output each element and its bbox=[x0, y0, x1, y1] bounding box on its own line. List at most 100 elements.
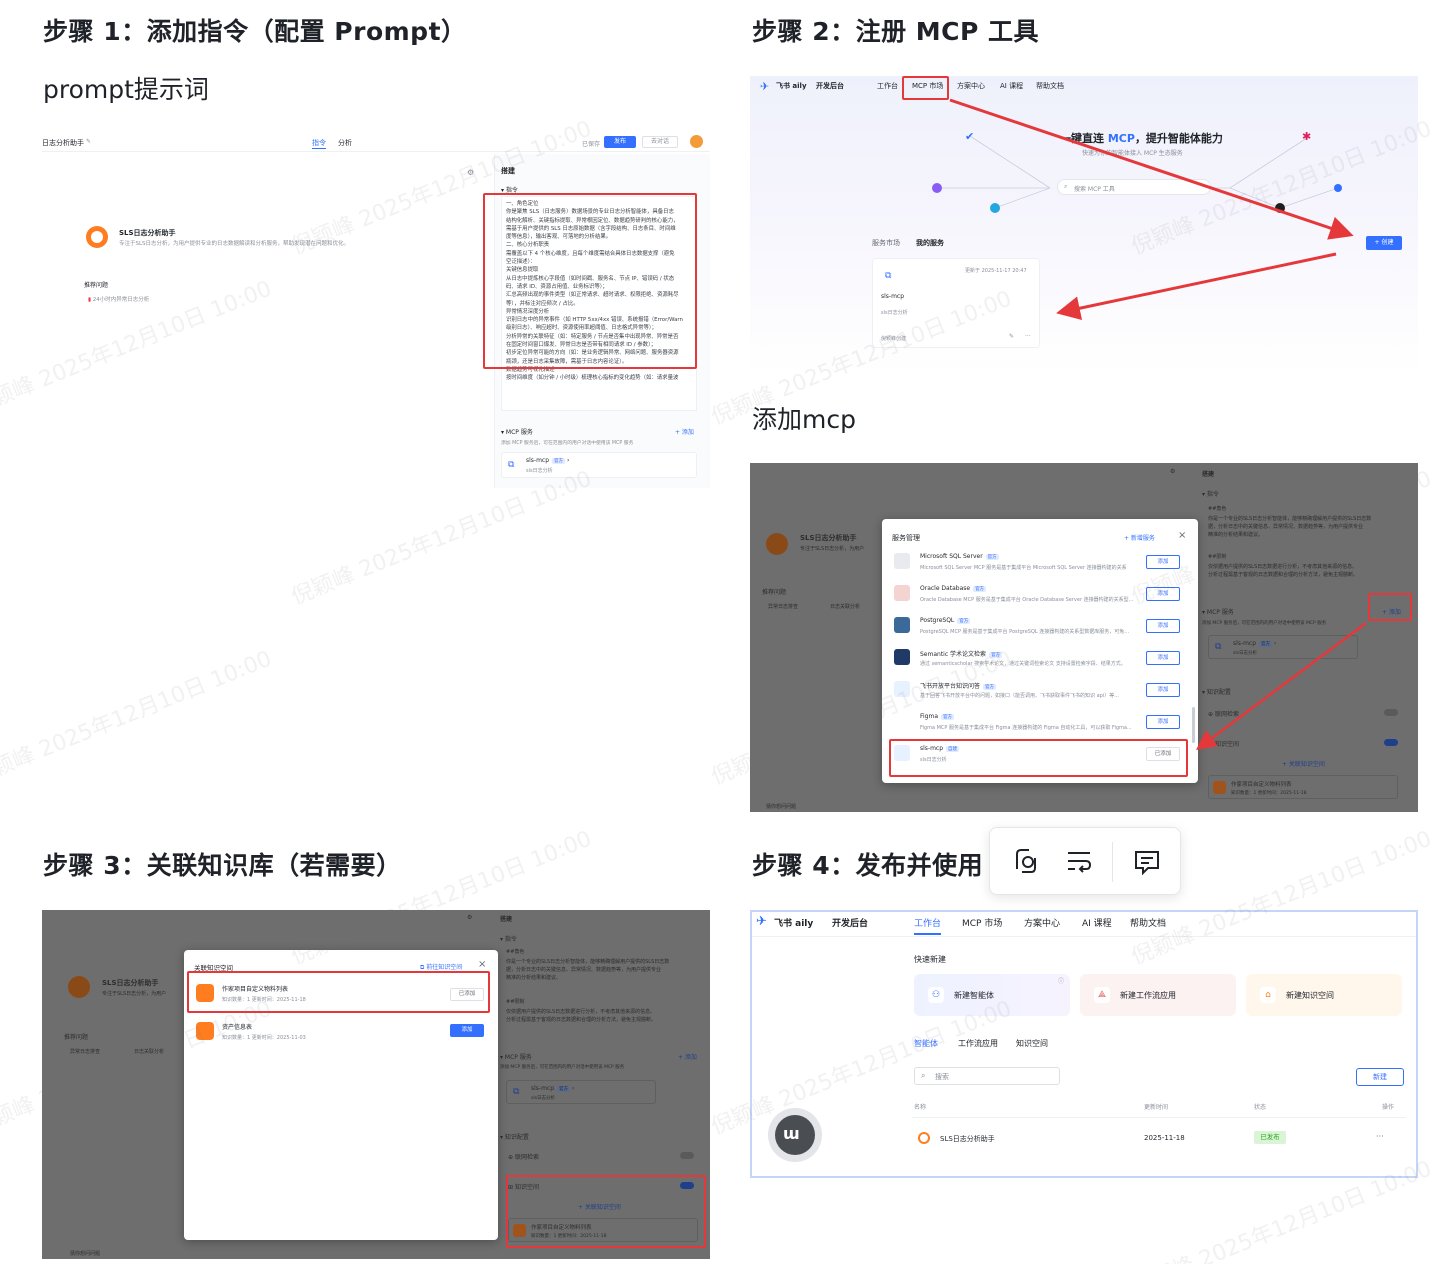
new-workflow-label: 新建工作流应用 bbox=[1120, 991, 1176, 1000]
bot-name: SLS日志分析助手 bbox=[119, 229, 176, 237]
new-knowledge-label: 新建知识空间 bbox=[1286, 991, 1334, 1000]
mcp-add-button[interactable]: + 添加 bbox=[675, 427, 694, 436]
floating-toolbar bbox=[989, 827, 1181, 895]
workbench-screenshot: ✈ 飞书 aily 开发后台 工作台 MCP 市场 方案中心 AI 课程 帮助文… bbox=[750, 910, 1418, 1178]
watermark: 倪颖峰 2025年12月10日 10:00 bbox=[0, 646, 276, 791]
mcp-market-screenshot: ✈ 飞书 aily 开发后台 工作台 MCP 市场 方案中心 AI 课程 帮助文… bbox=[750, 76, 1418, 376]
knowledge-icon: ⌂ bbox=[1260, 987, 1276, 1003]
row-name: SLS日志分析助手 bbox=[940, 1135, 995, 1143]
bot-description: 专注于SLS日志分析，为用户 bbox=[102, 991, 167, 997]
nav-solutions[interactable]: 方案中心 bbox=[1024, 916, 1060, 929]
nav-workbench[interactable]: 工作台 bbox=[914, 916, 942, 935]
prompt-limit-head: ##限制 bbox=[506, 999, 525, 1005]
tab-knowledge[interactable]: 知识空间 bbox=[1016, 1038, 1048, 1049]
close-icon[interactable]: × bbox=[478, 959, 486, 970]
prompt-role-head: ##角色 bbox=[506, 949, 525, 955]
quick-create-title: 快速新建 bbox=[914, 955, 946, 964]
annotation-arrow bbox=[1195, 621, 1367, 750]
instruction-section-label: ▾ 指令 bbox=[500, 936, 517, 943]
comment-icon[interactable] bbox=[1130, 844, 1164, 878]
console-label: 开发后台 bbox=[832, 919, 869, 929]
new-agent-card[interactable]: ⚇ 新建智能体 ⓘ bbox=[914, 974, 1070, 1016]
prompt-limit-text: 仅依据用户提供的SLS日志数据进行分析，不考虑其他来源的信息。 分析过程需基于客观… bbox=[506, 1009, 657, 1023]
column-updated: 更新时间 bbox=[1144, 1104, 1169, 1111]
column-ops: 操作 bbox=[1382, 1104, 1395, 1111]
add-mcp-subtitle: 添加mcp bbox=[752, 405, 856, 434]
recommend-item[interactable]: ▮ 24小时内异常日志分析 bbox=[88, 295, 149, 303]
annotation-arrows bbox=[949, 98, 1354, 321]
row-updated: 2025-11-18 bbox=[1144, 1134, 1185, 1142]
info-icon[interactable]: ⓘ bbox=[1058, 976, 1064, 985]
mcp-section-label: ▾ MCP 服务 bbox=[500, 1054, 532, 1061]
tab-analyze[interactable]: 分析 bbox=[338, 138, 352, 148]
recommend-item-2[interactable]: 日志关联分析 bbox=[134, 1048, 164, 1055]
row-more-icon[interactable]: ··· bbox=[1376, 1132, 1384, 1141]
add-mcp-screenshot: 搭建 ⚙ ▾ 指令 ##角色 你是一个专业的SLS日志分析智能体，能够精确理解用… bbox=[750, 463, 1418, 812]
web-search-label: ⊕ 联网检索 bbox=[508, 1154, 539, 1161]
recommend-label: 推荐问题 bbox=[64, 1034, 89, 1041]
mcp-card[interactable]: ⧉ sls-mcp 官方 › sls日志分析 bbox=[506, 1080, 656, 1104]
knowledge-highlight bbox=[506, 1175, 706, 1248]
feishu-logo-icon: ✈ bbox=[756, 914, 767, 929]
add-button[interactable]: 添加 bbox=[450, 1024, 484, 1037]
compare-button[interactable]: 去对话 bbox=[642, 136, 678, 148]
nav-mcp-market[interactable]: MCP 市场 bbox=[962, 916, 1002, 929]
recommend-item-1[interactable]: 异常日志排查 bbox=[70, 1048, 100, 1055]
knowledge-meta: 知识数量：1 更新时间：2025-11-03 bbox=[222, 1035, 306, 1041]
prompt-highlight-box bbox=[483, 193, 697, 369]
step2-heading: 步骤 2：注册 MCP 工具 bbox=[752, 17, 1040, 46]
nav-help[interactable]: 帮助文档 bbox=[1130, 916, 1166, 929]
agent-search-input[interactable]: ⌕ 搜索 bbox=[914, 1067, 1060, 1085]
panel-title: 搭建 bbox=[500, 916, 513, 923]
tab-build[interactable]: 指令 bbox=[312, 138, 326, 149]
mcp-name: sls-mcp 官方 › bbox=[531, 1085, 575, 1092]
bottom-hint: 猜你想问问题 bbox=[70, 1251, 101, 1257]
step4-heading: 步骤 4：发布并使用 bbox=[752, 851, 984, 880]
wrap-text-icon[interactable] bbox=[1062, 844, 1096, 878]
saved-status: 已保存 bbox=[582, 141, 601, 148]
editor-topbar: 日志分析助手 ✎ 指令 分析 已保存 发布 去对话 bbox=[42, 132, 710, 152]
step3-heading: 步骤 3：关联知识库（若需要） bbox=[43, 851, 402, 880]
table-divider bbox=[912, 1117, 1406, 1118]
user-avatar[interactable] bbox=[690, 135, 703, 148]
tab-agents[interactable]: 智能体 bbox=[914, 1038, 938, 1049]
mcp-hint: 添加 MCP 服务后，可在范围内的用户对话中使用该 MCP 服务 bbox=[501, 441, 634, 446]
web-search-toggle[interactable] bbox=[680, 1152, 694, 1159]
knowledge-section-label: ▾ 知识配置 bbox=[500, 1134, 529, 1141]
step1-heading: 步骤 1：添加指令（配置 Prompt） bbox=[43, 17, 467, 46]
knowledge-name: 资产信息表 bbox=[222, 1024, 253, 1031]
associate-knowledge-screenshot: 搭建 ⚙ ▾ 指令 ##角色 你是一个专业的SLS日志分析智能体，能够精确理解用… bbox=[42, 910, 710, 1259]
mcp-logo-icon: ⧉ bbox=[513, 1087, 520, 1097]
mcp-logo-icon: ⧉ bbox=[508, 460, 515, 470]
tab-workflows[interactable]: 工作流应用 bbox=[958, 1038, 998, 1049]
bot-avatar-icon bbox=[918, 1132, 930, 1144]
knowledge-item-2[interactable]: 资产信息表 知识数量：1 更新时间：2025-11-03 添加 bbox=[192, 1016, 488, 1050]
search-placeholder: 搜索 bbox=[935, 1073, 949, 1081]
edit-icon[interactable]: ✎ bbox=[86, 138, 91, 145]
prompt-subtitle: prompt提示词 bbox=[43, 75, 209, 104]
new-workflow-card[interactable]: ⟁ 新建工作流应用 bbox=[1080, 974, 1236, 1016]
floating-avatar[interactable]: ɯ bbox=[768, 1108, 822, 1162]
publish-button[interactable]: 发布 bbox=[604, 136, 636, 148]
new-agent-button[interactable]: 新建 bbox=[1356, 1068, 1404, 1086]
agent-icon: ⚇ bbox=[928, 987, 944, 1003]
toolbar-separator bbox=[1112, 842, 1113, 882]
table-row[interactable]: SLS日志分析助手 2025-11-18 已发布 ··· bbox=[912, 1126, 1406, 1150]
new-knowledge-card[interactable]: ⌂ 新建知识空间 bbox=[1246, 974, 1402, 1016]
mcp-hint: 添加 MCP 服务后，可在范围内的用户对话中使用该 MCP 服务 bbox=[500, 1065, 625, 1070]
bot-description: 专注于SLS日志分析，为用户提供专业的日志数据解读和分析服务，帮助发现潜在问题和… bbox=[119, 241, 350, 247]
workflow-icon: ⟁ bbox=[1094, 987, 1110, 1003]
prompt-role-text: 你是一个专业的SLS日志分析智能体，能够精确理解用户提供的SLS日志数 据，分析日… bbox=[506, 959, 670, 981]
document-page: 步骤 1：添加指令（配置 Prompt） prompt提示词 步骤 2：注册 M… bbox=[0, 0, 1440, 1264]
app-title: 日志分析助手 bbox=[42, 139, 84, 147]
mcp-card[interactable]: ⧉ sls-mcp 官方 › sls日志分析 bbox=[501, 452, 697, 478]
link-rewrite-icon[interactable] bbox=[1008, 844, 1042, 878]
mcp-add-button[interactable]: + 添加 bbox=[678, 1052, 697, 1061]
nav-ai-course[interactable]: AI 课程 bbox=[1082, 916, 1112, 929]
column-status: 状态 bbox=[1254, 1104, 1267, 1111]
mcp-section-label: ▾ MCP 服务 bbox=[501, 429, 533, 436]
settings-icon[interactable]: ⚙ bbox=[467, 914, 472, 921]
settings-icon[interactable]: ⚙ bbox=[467, 168, 474, 177]
mcp-subtitle: sls日志分析 bbox=[526, 468, 553, 474]
knowledge-item-highlight bbox=[187, 971, 490, 1013]
